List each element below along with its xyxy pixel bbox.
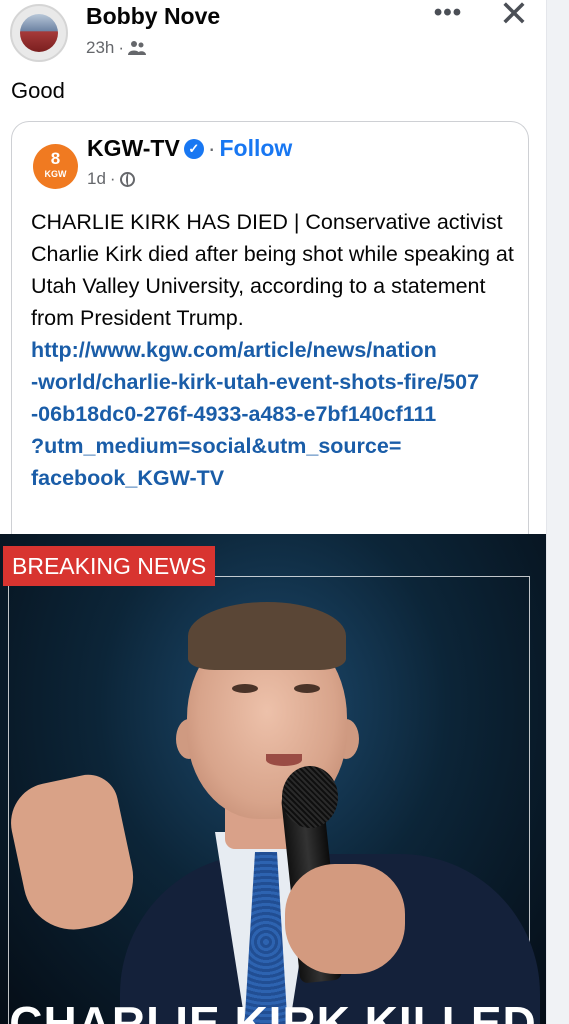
page-logo[interactable]: 8 KGW <box>33 144 78 189</box>
figure-hair <box>188 602 346 670</box>
microphone-head <box>282 766 338 828</box>
post-text: Good <box>11 78 65 103</box>
article-link[interactable]: http://www.kgw.com/article/news/nation -… <box>31 334 521 494</box>
article-link-line[interactable]: facebook_KGW-TV <box>31 462 521 494</box>
news-image[interactable]: BREAKING NEWS CHARLIE KIRK KILLED <box>0 534 546 1024</box>
page-logo-number: 8 <box>50 149 61 168</box>
shared-post-meta: 1d · <box>87 169 135 189</box>
shared-post-text: CHARLIE KIRK HAS DIED | Conservative act… <box>31 210 514 330</box>
page-logo-label: KGW <box>44 169 67 179</box>
article-link-line[interactable]: ?utm_medium=social&utm_source= <box>31 430 521 462</box>
author-avatar[interactable] <box>10 4 68 62</box>
meta-separator: · <box>118 38 125 57</box>
figure-mouth <box>266 754 302 766</box>
article-link-line[interactable]: http://www.kgw.com/article/news/nation <box>31 334 521 366</box>
figure-eye <box>232 684 258 693</box>
article-link-line[interactable]: -06b18dc0-276f-4933-a483-e7bf140cf111 <box>31 398 521 430</box>
verified-icon: ✓ <box>183 138 204 159</box>
image-headline: CHARLIE KIRK KILLED <box>9 997 537 1024</box>
follow-button[interactable]: Follow <box>219 135 292 162</box>
post-time[interactable]: 23h <box>86 38 114 58</box>
background-panel <box>546 0 569 1024</box>
figure-hand <box>285 864 405 974</box>
avatar-photo <box>20 14 58 52</box>
globe-icon <box>119 171 135 187</box>
page-name-row: KGW-TV ✓ · Follow <box>87 135 292 162</box>
meta-separator: · <box>109 169 116 188</box>
article-link-line[interactable]: -world/charlie-kirk-utah-event-shots-fir… <box>31 366 521 398</box>
more-options-icon[interactable]: ••• <box>428 0 468 30</box>
author-name[interactable]: Bobby Nove <box>86 3 220 30</box>
friends-icon <box>128 41 147 55</box>
close-icon[interactable]: ✕ <box>496 0 532 32</box>
page-name[interactable]: KGW-TV <box>87 135 180 162</box>
breaking-news-badge: BREAKING NEWS <box>3 546 216 586</box>
post-header: Bobby Nove 23h · ••• ✕ <box>0 0 546 70</box>
figure-eye <box>294 684 320 693</box>
shared-post-body: CHARLIE KIRK HAS DIED | Conservative act… <box>31 206 521 494</box>
shared-post-time[interactable]: 1d <box>87 169 106 189</box>
dot-separator: · <box>207 135 216 161</box>
post-meta: 23h · <box>86 38 147 58</box>
